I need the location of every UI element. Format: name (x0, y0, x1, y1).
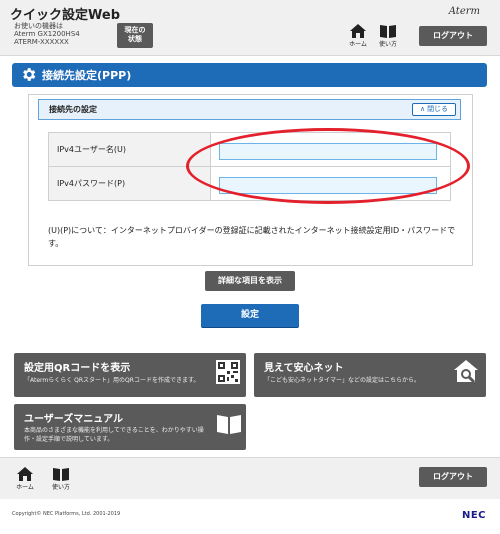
status-button-line: 現在の (124, 26, 146, 34)
app-title: クイック設定Web (10, 8, 120, 23)
nec-logo: NEC (461, 510, 486, 521)
password-cell (210, 166, 451, 201)
show-details-button[interactable]: 詳細な項目を表示 (205, 271, 295, 291)
chevron-up-icon: ∧ (419, 105, 426, 113)
card-description-line: 作・設定手順で説明しています。 (24, 436, 114, 443)
password-input[interactable] (219, 177, 437, 194)
section-title-bar: 接続先設定(PPP) (12, 63, 487, 87)
home-search-icon (454, 360, 478, 384)
gear-icon (23, 68, 36, 81)
book-icon (380, 25, 396, 38)
device-info-line: ATERM-XXXXXX (14, 38, 69, 46)
brand-logo: Aterm (448, 6, 480, 17)
card-title: ユーザーズマニュアル (24, 414, 123, 425)
card-title: 設定用QRコードを表示 (24, 363, 131, 374)
card-description: 「Atermらくらく QRスタート」用のQRコードを作成できます。 (24, 377, 200, 384)
card-description: 本商品のさまざまな機能を利用してできることを、わかりやすい操 作・設定手順で説明… (24, 426, 204, 444)
copyright-text: Copyright© NEC Platforms, Ltd. 2001-2019 (12, 511, 121, 517)
card-description-line: 本商品のさまざまな機能を利用してできることを、わかりやすい操 (24, 427, 204, 434)
apply-settings-button[interactable]: 設定 (201, 304, 299, 327)
collapse-label: 閉じる (427, 105, 449, 113)
book-icon (217, 415, 241, 434)
header-bar: クイック設定Web お使いの機器は Aterm GX1200HS4 ATERM-… (0, 0, 500, 56)
footer-home-nav[interactable]: ホーム (12, 467, 38, 491)
help-nav[interactable]: 使い方 (375, 24, 401, 48)
home-nav[interactable]: ホーム (345, 24, 371, 48)
username-label: IPv4ユーザー名(U) (48, 132, 211, 167)
home-label: ホーム (349, 41, 367, 48)
logout-button[interactable]: ログアウト (419, 26, 487, 46)
footer-bar: ホーム 使い方 ログアウト (0, 457, 500, 499)
book-icon (53, 468, 69, 481)
home-icon (17, 467, 33, 481)
mieru-anshin-card[interactable]: 見えて安心ネット 「こども安心ネットタイマー」などの設定はこちらから。 (254, 353, 486, 397)
users-manual-card[interactable]: ユーザーズマニュアル 本商品のさまざまな機能を利用してできることを、わかりやすい… (14, 404, 246, 450)
credentials-table: IPv4ユーザー名(U) IPv4パスワード(P) (48, 132, 451, 201)
table-row: IPv4パスワード(P) (48, 166, 451, 201)
panel-heading: 接続先の設定 (49, 105, 97, 114)
qr-code-card[interactable]: 設定用QRコードを表示 「Atermらくらく QRスタート」用のQRコードを作成… (14, 353, 246, 397)
username-input[interactable] (219, 143, 437, 160)
page-title: 接続先設定(PPP) (42, 69, 132, 82)
home-icon (350, 24, 366, 38)
device-info-line: お使いの機器は (14, 22, 63, 30)
help-label: 使い方 (51, 484, 70, 491)
username-cell (210, 132, 451, 167)
current-status-button[interactable]: 現在の 状態 (117, 23, 153, 48)
credentials-note: (U)(P)について：インターネットプロバイダーの登録証に記載されたインターネッ… (48, 226, 456, 248)
device-info: お使いの機器は Aterm GX1200HS4 ATERM-XXXXXX (14, 22, 80, 46)
table-row: IPv4ユーザー名(U) (48, 132, 451, 167)
device-info-line: Aterm GX1200HS4 (14, 30, 80, 38)
footer-logout-button[interactable]: ログアウト (419, 467, 487, 487)
password-label: IPv4パスワード(P) (48, 166, 211, 201)
collapse-button[interactable]: ∧ 閉じる (412, 103, 456, 116)
home-label: ホーム (16, 484, 34, 491)
qr-code-icon (216, 360, 240, 384)
card-description: 「こども安心ネットタイマー」などの設定はこちらから。 (264, 377, 421, 384)
status-button-line: 状態 (128, 35, 142, 43)
card-title: 見えて安心ネット (264, 363, 344, 374)
footer-help-nav[interactable]: 使い方 (48, 467, 74, 491)
help-label: 使い方 (378, 41, 397, 48)
panel-header: 接続先の設定 ∧ 閉じる (38, 99, 461, 120)
